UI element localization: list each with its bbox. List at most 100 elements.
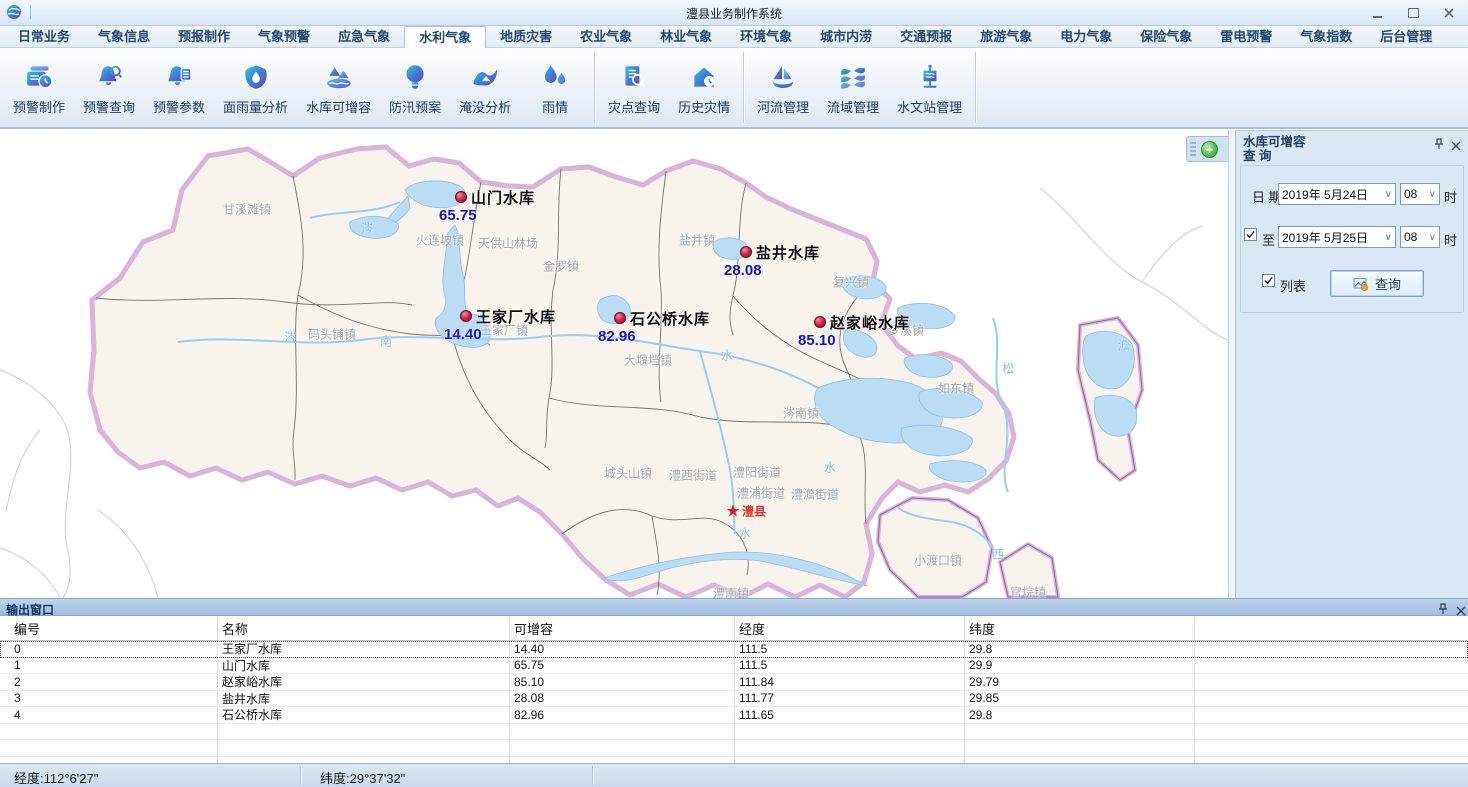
- menu-item[interactable]: 旅游气象: [966, 26, 1046, 47]
- table-cell: [218, 740, 510, 756]
- menu-item[interactable]: 电力气象: [1046, 26, 1126, 47]
- town-label: 金罗镇: [543, 258, 579, 275]
- menu-item[interactable]: 气象预警: [244, 26, 324, 47]
- maximize-button[interactable]: [1400, 5, 1426, 20]
- town-label: 码头铺镇: [308, 326, 356, 343]
- menu-item[interactable]: 气象信息: [84, 26, 164, 47]
- toolbar-button-label: 预警制作: [13, 97, 65, 116]
- table-cell: [735, 724, 965, 740]
- table-cell: 111.65: [735, 707, 965, 723]
- reservoir-marker-icon[interactable]: [740, 246, 752, 258]
- rain-icon: [540, 62, 570, 92]
- column-header[interactable]: 纬度: [965, 616, 1195, 640]
- end-hour-select[interactable]: 08 ∨: [1400, 226, 1440, 248]
- status-latitude: 纬度:29°37'32": [320, 768, 405, 787]
- reservoir-marker-icon[interactable]: [455, 191, 467, 203]
- menu-item[interactable]: 后台管理: [1366, 26, 1446, 47]
- menu-item[interactable]: 气象指数: [1286, 26, 1366, 47]
- column-header[interactable]: 编号: [0, 616, 218, 640]
- output-close-icon[interactable]: [1456, 603, 1466, 613]
- menu-item[interactable]: 保险气象: [1126, 26, 1206, 47]
- menu-item[interactable]: 城市内涝: [806, 26, 886, 47]
- reservoir-marker-icon[interactable]: [614, 312, 626, 324]
- reservoir-marker-icon[interactable]: [814, 316, 826, 328]
- table-cell-filler: [1195, 691, 1468, 707]
- panel-close-icon[interactable]: [1451, 138, 1461, 148]
- column-header[interactable]: 可增容: [510, 616, 735, 640]
- menu-item[interactable]: 地质灾害: [486, 26, 566, 47]
- toolbar-separator: [743, 52, 744, 123]
- reservoir-capacity-icon: [324, 62, 354, 92]
- town-label: 澧西街道: [669, 467, 717, 484]
- disaster-search-button[interactable]: 灾点查询: [599, 48, 669, 127]
- toolbar-button-label: 雨情: [542, 97, 568, 116]
- minimize-button[interactable]: [1364, 5, 1390, 20]
- table-cell: [218, 724, 510, 740]
- reservoir-name-label: 赵家峪水库: [830, 312, 910, 333]
- toolbar-button-label: 灾点查询: [608, 97, 660, 116]
- menu-item[interactable]: 交通预报: [886, 26, 966, 47]
- pin-icon[interactable]: [1433, 137, 1445, 149]
- query-button[interactable]: 查询: [1330, 270, 1424, 297]
- pin-icon[interactable]: [1437, 602, 1449, 614]
- menu-item[interactable]: 雷电预警: [1206, 26, 1286, 47]
- table-cell: 85.10: [510, 674, 735, 690]
- rain-button[interactable]: 雨情: [520, 48, 590, 127]
- column-header[interactable]: 名称: [218, 616, 510, 640]
- toolbar-button-label: 水库可增容: [306, 97, 371, 116]
- table-row[interactable]: 2赵家峪水库85.10111.8429.79: [0, 674, 1468, 691]
- town-label: 复兴镇: [833, 274, 869, 291]
- reservoir-marker-icon[interactable]: [460, 310, 472, 322]
- bell-params-button[interactable]: 预警参数: [144, 48, 214, 127]
- menu-item[interactable]: 预报制作: [164, 26, 244, 47]
- reservoir-capacity-button[interactable]: 水库可增容: [297, 48, 380, 127]
- end-date-select[interactable]: 2019年 5月25日 ∨: [1278, 226, 1396, 248]
- town-label: 澧浦街道: [737, 485, 785, 502]
- hydro-station-button[interactable]: 水文站管理: [888, 48, 971, 127]
- close-button[interactable]: [1436, 5, 1462, 20]
- list-checkbox[interactable]: [1262, 274, 1275, 287]
- to-checkbox[interactable]: [1244, 228, 1257, 241]
- zoom-in-button[interactable]: +: [1201, 141, 1218, 158]
- table-cell: 山门水库: [218, 658, 510, 674]
- river-label: 涔: [361, 220, 373, 237]
- hydro-station-icon: [915, 62, 945, 92]
- bell-search-button[interactable]: 预警查询: [74, 48, 144, 127]
- table-row[interactable]: 1山门水库65.75111.529.9: [0, 658, 1468, 675]
- vertical-splitter[interactable]: [1228, 130, 1236, 598]
- table-row[interactable]: 3盐井水库28.08111.7729.85: [0, 691, 1468, 708]
- menu-item[interactable]: 环境气象: [726, 26, 806, 47]
- menu-item[interactable]: 农业气象: [566, 26, 646, 47]
- hour-unit-label: 时: [1444, 230, 1457, 249]
- basin-button[interactable]: 流域管理: [818, 48, 888, 127]
- map-area[interactable]: 甘溪滩镇火连坡镇天供山林场金罗镇盐井镇复兴镇码头铺镇王家厂镇梦溪镇大堰垱镇涔南镇…: [0, 130, 1228, 598]
- menu-item[interactable]: 水利气象: [404, 26, 486, 48]
- toolbar: 预警制作预警查询预警参数面雨量分析水库可增容防汛预案淹没分析 雨情 灾点查询历史灾情…: [0, 48, 1468, 129]
- start-date-select[interactable]: 2019年 5月24日 ∨: [1278, 183, 1396, 205]
- area-rain-button[interactable]: 面雨量分析: [214, 48, 297, 127]
- menu-item[interactable]: 日常业务: [4, 26, 84, 47]
- table-cell: 3: [0, 691, 218, 707]
- list-label: 列表: [1280, 276, 1306, 295]
- river-button[interactable]: 河流管理: [748, 48, 818, 127]
- inundation-button[interactable]: 淹没分析: [450, 48, 520, 127]
- output-window-titlebar: 输出窗口: [0, 598, 1468, 616]
- column-header[interactable]: 经度: [735, 616, 965, 640]
- toolbar-button-label: 淹没分析: [459, 97, 511, 116]
- table-cell-filler: [1195, 707, 1468, 723]
- alert-edit-button[interactable]: 预警制作: [4, 48, 74, 127]
- town-label: 甘溪滩镇: [223, 201, 271, 218]
- menu-item[interactable]: 林业气象: [646, 26, 726, 47]
- menu-item[interactable]: 应急气象: [324, 26, 404, 47]
- map-overlay: 甘溪滩镇火连坡镇天供山林场金罗镇盐井镇复兴镇码头铺镇王家厂镇梦溪镇大堰垱镇涔南镇…: [0, 130, 1228, 598]
- disaster-history-button[interactable]: 历史灾情: [669, 48, 739, 127]
- flood-plan-button[interactable]: 防汛预案: [380, 48, 450, 127]
- table-row[interactable]: 4石公桥水库82.96111.6529.8: [0, 707, 1468, 724]
- table-cell-filler: [1195, 740, 1468, 756]
- table-row[interactable]: 0王家厂水库14.40111.529.8: [0, 641, 1468, 658]
- menu-bar: 日常业务气象信息预报制作气象预警应急气象水利气象地质灾害农业气象林业气象环境气象…: [0, 26, 1468, 48]
- status-longitude: 经度:112°6'27": [14, 768, 98, 787]
- toolbar-button-label: 水文站管理: [897, 97, 962, 116]
- start-hour-select[interactable]: 08 ∨: [1400, 183, 1440, 205]
- toolbar-button-label: 河流管理: [757, 97, 809, 116]
